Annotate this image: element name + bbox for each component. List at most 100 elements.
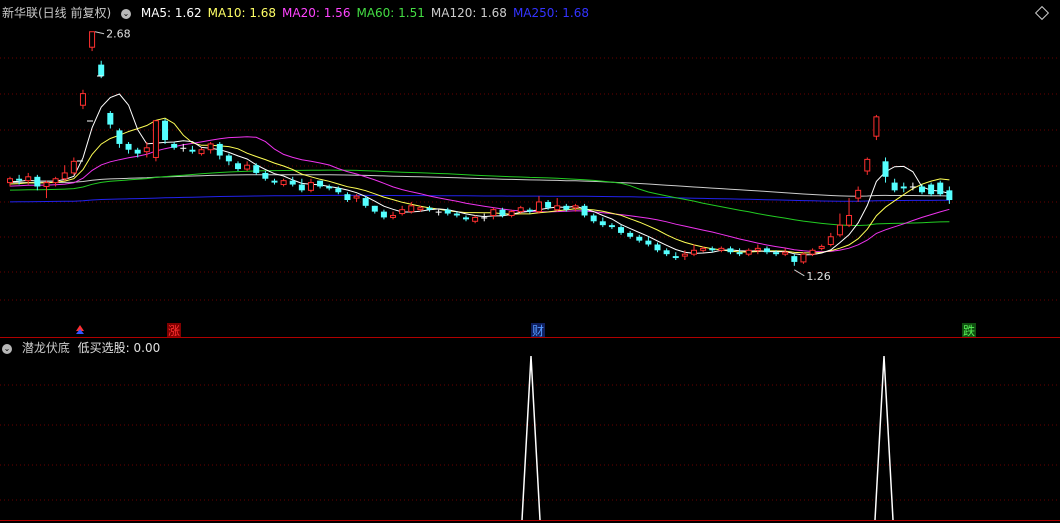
candle-body xyxy=(928,184,935,195)
candle-body xyxy=(499,209,506,216)
stock-title: 新华联(日线 前复权) xyxy=(2,6,112,20)
candle-body xyxy=(946,190,953,201)
signal-tag-0: 涨 xyxy=(168,323,180,338)
low-marker-line xyxy=(794,269,805,277)
candle-body xyxy=(435,211,442,213)
candle-body xyxy=(782,251,789,255)
candle-body xyxy=(307,182,314,191)
candle-body xyxy=(180,147,187,149)
candle-body xyxy=(34,176,41,187)
candle-body xyxy=(362,198,369,206)
candle-body xyxy=(317,180,324,187)
candle-body xyxy=(599,221,606,226)
candle-body xyxy=(408,205,415,213)
candle-body xyxy=(79,93,86,106)
candle-body xyxy=(98,64,105,77)
candle-body xyxy=(909,186,916,188)
candle-body xyxy=(718,247,725,251)
candle-body xyxy=(618,227,625,233)
ma-legend: MA5: 1.62 MA10: 1.68 MA20: 1.56 MA60: 1.51 M… xyxy=(141,6,595,20)
candle-body xyxy=(672,256,679,259)
ma-label-1: MA10: 1.68 xyxy=(207,6,277,20)
candle-body xyxy=(754,247,761,251)
candle-body xyxy=(645,240,652,245)
candle-body xyxy=(89,31,96,48)
candle-body xyxy=(235,163,241,170)
candle-body xyxy=(225,155,232,162)
candle-body xyxy=(207,143,214,151)
ma10-line xyxy=(9,117,950,254)
candle-body xyxy=(271,180,278,183)
indicator-spike xyxy=(874,355,894,521)
candle-body xyxy=(727,248,734,253)
candle-body xyxy=(891,182,898,191)
ma250-line xyxy=(9,194,950,203)
candle-body xyxy=(590,215,597,222)
signal-tag-2: 跌 xyxy=(963,323,975,338)
chevron-down-icon[interactable]: ⌄ xyxy=(2,343,12,354)
candle-body xyxy=(864,158,871,172)
candle-body xyxy=(7,178,13,184)
candle-body xyxy=(25,176,32,182)
candle-body xyxy=(262,172,269,179)
candle-body xyxy=(937,182,944,195)
candle-body xyxy=(773,252,780,255)
candle-body xyxy=(380,211,387,218)
candle-body xyxy=(800,253,807,263)
candle-body xyxy=(453,213,460,216)
candle-body xyxy=(326,186,333,189)
candle-body xyxy=(417,207,424,211)
candle-body xyxy=(253,165,260,173)
candle-body xyxy=(919,186,925,193)
candle-body xyxy=(691,249,697,255)
ma5-line xyxy=(9,93,950,256)
ma-label-0: MA5: 1.62 xyxy=(140,6,202,20)
indicator-name: 潜龙伏底 xyxy=(21,341,70,355)
candle-body xyxy=(198,149,205,155)
candle-body xyxy=(526,209,533,212)
candle-body xyxy=(43,182,50,187)
ma-label-3: MA60: 1.51 xyxy=(356,6,425,20)
candle-body xyxy=(152,120,159,158)
signal-tag-1: 财 xyxy=(532,324,544,338)
indicator-spike xyxy=(521,355,541,521)
low-price-label: 1.26 xyxy=(806,270,831,283)
candle-body xyxy=(709,248,716,251)
candle-body xyxy=(663,250,670,255)
ma-label-2: MA20: 1.56 xyxy=(282,6,351,20)
candle-body xyxy=(608,225,615,228)
candle-body xyxy=(61,172,68,180)
candle-body xyxy=(827,236,834,245)
candle-body xyxy=(700,247,707,251)
candle-body xyxy=(836,224,843,236)
candle-body xyxy=(390,214,397,218)
candle-body xyxy=(481,217,488,219)
candle-body xyxy=(855,189,862,199)
candle-body xyxy=(107,112,114,125)
candle-body xyxy=(171,143,178,148)
candle-body xyxy=(125,143,132,150)
candle-body xyxy=(399,209,406,215)
main-chart-header: 新华联(日线 前复权) ⌄ MA5: 1.62 MA10: 1.68 MA20: 1… xyxy=(2,6,601,20)
candle-body xyxy=(545,201,552,208)
candle-body xyxy=(581,205,588,216)
candle-body xyxy=(344,194,351,201)
candle-body xyxy=(873,116,880,137)
candle-body xyxy=(654,244,661,251)
candle-body xyxy=(116,130,123,144)
candle-body xyxy=(636,236,643,241)
candle-body xyxy=(572,205,579,209)
candle-body xyxy=(818,245,825,249)
candle-body xyxy=(353,195,360,199)
candle-body xyxy=(426,207,433,210)
candle-body xyxy=(809,249,816,255)
candle-body xyxy=(52,178,59,184)
candle-body xyxy=(681,253,688,257)
candle-body xyxy=(143,147,150,153)
candle-body xyxy=(70,160,77,174)
indicator-value: 低买选股: 0.00 xyxy=(77,341,161,355)
candle-body xyxy=(244,164,251,170)
candle-body xyxy=(463,217,469,220)
candle-body xyxy=(16,178,23,181)
chevron-down-icon[interactable]: ⌄ xyxy=(121,8,132,19)
